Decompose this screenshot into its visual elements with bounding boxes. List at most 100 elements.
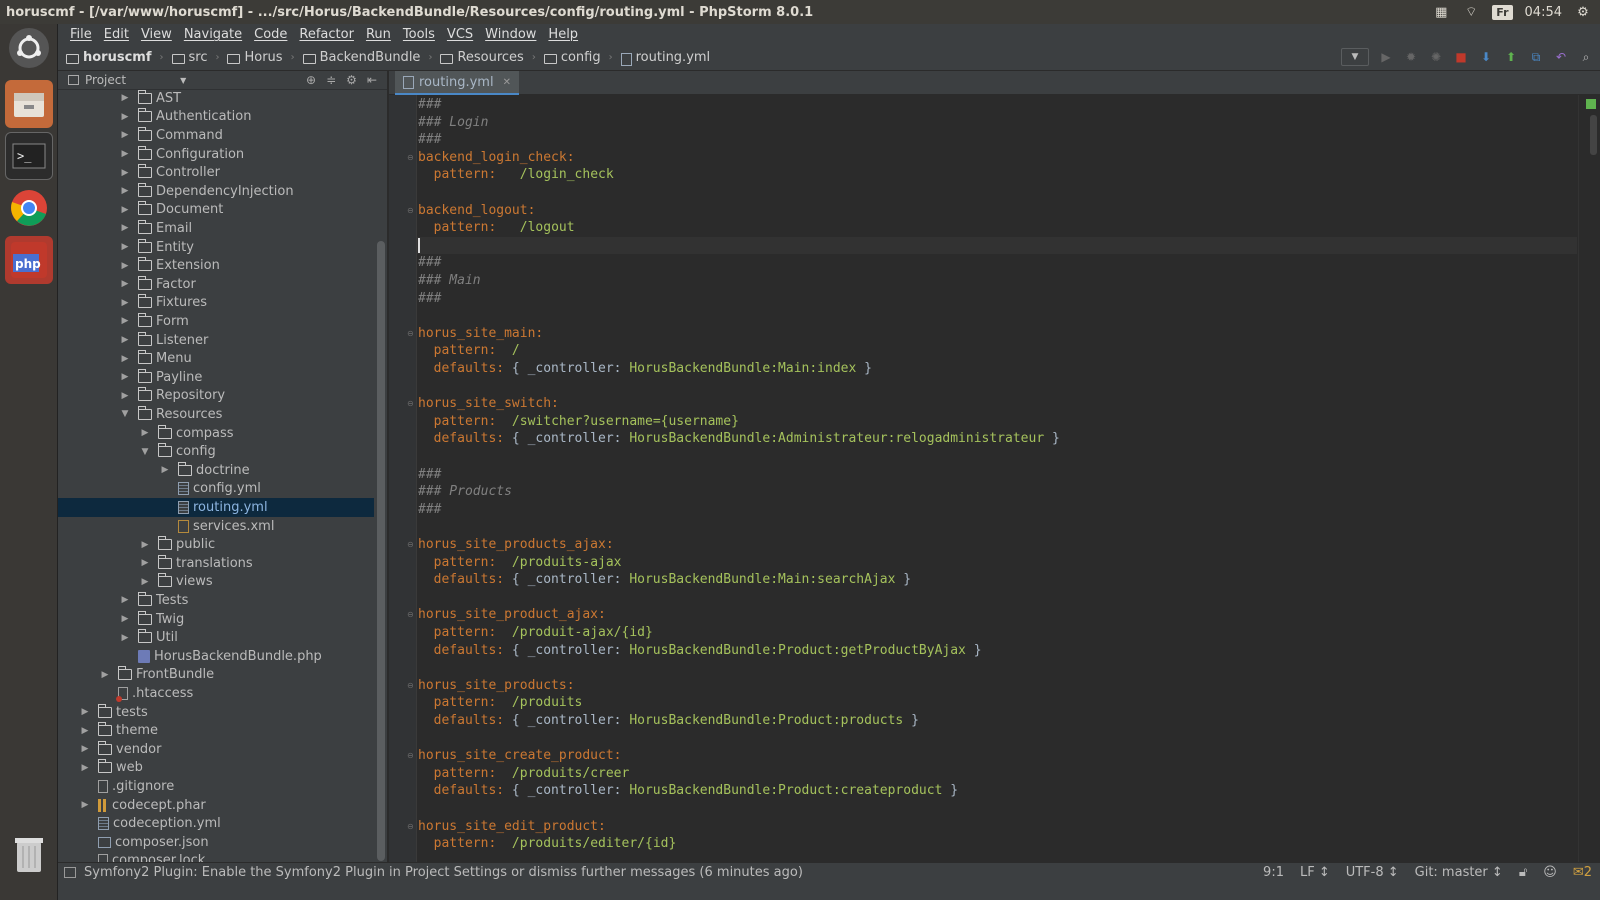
menu-navigate[interactable]: Navigate	[178, 27, 248, 42]
vcs-compare-icon[interactable]: ⧉	[1528, 49, 1544, 65]
tree-folder[interactable]: ▶ web	[58, 759, 374, 778]
hide-panel-icon[interactable]: ⇤	[367, 73, 377, 87]
code-line[interactable]	[417, 448, 418, 466]
expand-right-icon[interactable]: ▶	[120, 595, 130, 605]
breadcrumb-config[interactable]: config	[561, 50, 601, 65]
menu-run[interactable]: Run	[360, 27, 397, 42]
expand-right-icon[interactable]: ▶	[120, 261, 130, 271]
ubuntu-home-icon[interactable]	[9, 28, 49, 68]
fold-marker-icon[interactable]: ⊖	[407, 681, 415, 690]
tree-folder[interactable]: ▶ Repository	[58, 387, 374, 406]
code-line[interactable]: ###	[417, 501, 441, 519]
tree-folder[interactable]: ▶ Entity	[58, 238, 374, 257]
fold-marker-icon[interactable]: ⊖	[407, 329, 415, 338]
code-line[interactable]: defaults: { _controller: HorusBackendBun…	[417, 642, 982, 660]
code-line[interactable]	[417, 184, 418, 202]
expand-right-icon[interactable]: ▶	[120, 149, 130, 159]
expand-right-icon[interactable]: ▶	[120, 372, 130, 382]
project-tree-scrollbar[interactable]	[377, 241, 385, 861]
tree-folder[interactable]: ▶ Payline	[58, 368, 374, 387]
search-icon[interactable]: ⌕	[1578, 49, 1594, 65]
code-line[interactable]: defaults: { _controller: HorusBackendBun…	[417, 360, 872, 378]
code-editor[interactable]: ⊖ ⊖ ⊖ ⊖ ⊖ ⊖ ⊖ ⊖ ⊖ ### ### Login ### backend_login_c…	[389, 95, 1600, 862]
code-line[interactable]: ### Main	[417, 272, 481, 290]
expand-right-icon[interactable]: ▶	[80, 726, 90, 736]
tree-folder[interactable]: ▶ Listener	[58, 331, 374, 350]
inspector-icon[interactable]: ☺	[1535, 865, 1565, 880]
tree-folder[interactable]: ▶ Command	[58, 126, 374, 145]
code-line[interactable]	[417, 378, 418, 396]
tree-folder[interactable]: ▶ Twig	[58, 610, 374, 629]
tree-folder[interactable]: ▶ tests	[58, 703, 374, 722]
tree-file[interactable]: HorusBackendBundle.php	[58, 647, 374, 666]
breadcrumb-routing-yml[interactable]: routing.yml	[636, 50, 711, 65]
encoding-selector[interactable]: UTF-8 ↕	[1338, 865, 1407, 880]
code-line[interactable]: backend_login_check:	[417, 149, 575, 167]
tree-file[interactable]: .htaccess	[58, 684, 374, 703]
debug-icon[interactable]: ✹	[1403, 49, 1419, 65]
stop-icon[interactable]: ■	[1453, 49, 1469, 65]
expand-right-icon[interactable]: ▶	[120, 168, 130, 178]
fold-marker-icon[interactable]: ⊖	[407, 752, 415, 760]
breadcrumb-resources[interactable]: Resources	[457, 50, 523, 65]
tree-folder[interactable]: ▶ FrontBundle	[58, 666, 374, 685]
menu-help[interactable]: Help	[542, 27, 584, 42]
expand-right-icon[interactable]: ▶	[80, 707, 90, 717]
menu-refactor[interactable]: Refactor	[293, 27, 360, 42]
expand-right-icon[interactable]: ▶	[120, 391, 130, 401]
expand-right-icon[interactable]: ▶	[100, 670, 110, 680]
code-line[interactable]	[417, 659, 418, 677]
tree-folder[interactable]: ▼ Resources	[58, 405, 374, 424]
expand-right-icon[interactable]: ▶	[120, 186, 130, 196]
collapse-all-icon[interactable]: ≑	[326, 73, 336, 87]
fold-marker-icon[interactable]: ⊖	[407, 206, 415, 215]
expand-right-icon[interactable]: ▶	[120, 316, 130, 326]
code-line[interactable]: horus_site_create_product:	[417, 747, 622, 765]
code-line[interactable]: ###	[417, 466, 441, 484]
phpstorm-app-icon[interactable]: php	[5, 236, 53, 284]
breadcrumb-backendbundle[interactable]: BackendBundle	[320, 50, 421, 65]
tree-folder[interactable]: ▶ Authentication	[58, 108, 374, 127]
expand-right-icon[interactable]: ▶	[120, 335, 130, 345]
expand-right-icon[interactable]: ▶	[120, 633, 130, 643]
breadcrumb-horus[interactable]: Horus	[244, 50, 282, 65]
expand-down-icon[interactable]: ▼	[120, 409, 130, 419]
code-line[interactable]	[417, 730, 418, 748]
lock-icon[interactable]: 🔓︎	[1511, 865, 1535, 880]
code-line[interactable]	[417, 518, 418, 536]
expand-right-icon[interactable]: ▶	[140, 428, 150, 438]
tree-file[interactable]: .gitignore	[58, 777, 374, 796]
tree-folder[interactable]: ▶ Extension	[58, 256, 374, 275]
code-line[interactable]	[417, 236, 1577, 255]
code-line[interactable]: horus_site_products_ajax:	[417, 536, 614, 554]
tree-file[interactable]: services.xml	[58, 517, 374, 536]
wifi-icon[interactable]: ⌔	[1462, 4, 1480, 20]
menu-vcs[interactable]: VCS	[441, 27, 479, 42]
chrome-app-icon[interactable]	[5, 184, 53, 232]
tree-folder[interactable]: ▶ doctrine	[58, 461, 374, 480]
code-line[interactable]: pattern: /produits	[417, 694, 583, 712]
caret-position[interactable]: 9:1	[1255, 865, 1292, 880]
expand-right-icon[interactable]: ▶	[120, 112, 130, 122]
fold-marker-icon[interactable]: ⊖	[407, 153, 415, 162]
tree-file[interactable]: composer.lock	[58, 852, 374, 862]
code-area[interactable]: ### ### Login ### backend_login_check: patt…	[417, 95, 1577, 862]
menu-code[interactable]: Code	[248, 27, 293, 42]
scroll-from-source-icon[interactable]: ⊕	[306, 73, 316, 87]
tree-folder[interactable]: ▶ views	[58, 573, 374, 592]
code-line[interactable]: defaults: { _controller: HorusBackendBun…	[417, 430, 1060, 448]
code-line[interactable]: ###	[417, 254, 441, 272]
expand-right-icon[interactable]: ▶	[120, 93, 130, 103]
menu-window[interactable]: Window	[479, 27, 542, 42]
breadcrumb-horuscmf[interactable]: horuscmf	[83, 50, 152, 65]
code-line[interactable]: pattern: /produits-ajax	[417, 554, 622, 572]
fold-marker-icon[interactable]: ⊖	[407, 611, 415, 619]
tree-folder[interactable]: ▶ theme	[58, 721, 374, 740]
expand-right-icon[interactable]: ▶	[80, 800, 90, 810]
fold-marker-icon[interactable]: ⊖	[407, 541, 415, 549]
expand-right-icon[interactable]: ▶	[120, 614, 130, 624]
tool-windows-icon[interactable]	[64, 867, 76, 878]
expand-right-icon[interactable]: ▶	[140, 540, 150, 550]
tree-folder[interactable]: ▶ Menu	[58, 349, 374, 368]
settings-icon[interactable]: ⚙	[346, 73, 357, 87]
